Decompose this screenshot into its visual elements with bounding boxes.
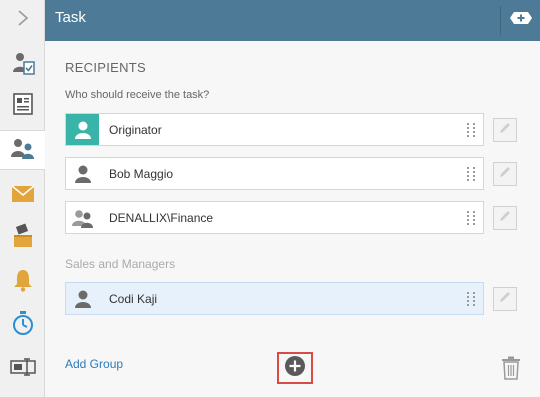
pencil-icon: [498, 209, 512, 228]
pencil-icon: [498, 165, 512, 184]
group-icon: [66, 202, 99, 233]
recipients-icon: [9, 136, 37, 165]
sidebar-item-email[interactable]: [0, 176, 45, 216]
add-recipient-button[interactable]: [277, 352, 313, 384]
add-group-link[interactable]: Add Group: [65, 357, 123, 371]
form-icon: [12, 92, 34, 121]
edit-recipient-button[interactable]: [493, 118, 517, 142]
recipient-label: Originator: [109, 122, 162, 137]
chevron-right-icon: [17, 9, 29, 32]
edit-recipient-button[interactable]: [493, 206, 517, 230]
trash-icon: [501, 356, 521, 384]
sidebar: [0, 0, 46, 397]
delete-button[interactable]: [501, 356, 521, 380]
sidebar-item-recipients[interactable]: [0, 130, 46, 170]
drag-handle-icon[interactable]: [467, 209, 477, 227]
drag-handle-icon[interactable]: [467, 290, 477, 308]
pencil-icon: [498, 290, 512, 309]
group-label: Sales and Managers: [65, 257, 176, 271]
edit-recipient-button[interactable]: [493, 162, 517, 186]
sidebar-item-notifications[interactable]: [0, 262, 45, 302]
edit-recipient-button[interactable]: [493, 287, 517, 311]
recipient-row-originator[interactable]: Originator: [65, 113, 484, 146]
plus-circle-icon: [284, 355, 306, 382]
add-step-button[interactable]: [508, 9, 534, 31]
envelope-icon: [11, 184, 35, 208]
drag-handle-icon[interactable]: [467, 165, 477, 183]
user-icon: [66, 114, 99, 145]
stopwatch-icon: [11, 310, 35, 341]
ballot-box-icon: [11, 223, 35, 254]
header-divider: [500, 6, 501, 35]
recipient-label: DENALLIX\Finance: [109, 210, 214, 225]
sidebar-item-task-owner[interactable]: [0, 45, 45, 85]
sidebar-item-outcomes[interactable]: [0, 218, 45, 258]
user-icon: [66, 158, 99, 189]
section-title: RECIPIENTS: [65, 60, 147, 75]
collapse-toggle[interactable]: [0, 0, 45, 40]
user-icon: [66, 283, 99, 314]
sidebar-item-form[interactable]: [0, 86, 45, 126]
panel-header: Task: [45, 0, 540, 41]
recipient-label: Bob Maggio: [109, 166, 174, 181]
panel-title: Task: [55, 9, 86, 26]
bell-icon: [12, 268, 34, 297]
recipient-row-user[interactable]: Bob Maggio: [65, 157, 484, 190]
add-badge-icon: [509, 11, 533, 30]
recipients-prompt: Who should receive the task?: [65, 89, 210, 101]
sidebar-item-text[interactable]: [0, 349, 45, 389]
text-field-icon: [9, 357, 36, 381]
recipient-row-group[interactable]: DENALLIX\Finance: [65, 201, 484, 234]
sidebar-item-escalations[interactable]: [0, 305, 45, 345]
recipient-label: Codi Kaji: [109, 291, 158, 306]
recipient-row-selected[interactable]: Codi Kaji: [65, 282, 484, 315]
user-clipboard-icon: [10, 50, 36, 81]
pencil-icon: [498, 121, 512, 140]
drag-handle-icon[interactable]: [467, 121, 477, 139]
recipients-panel: RECIPIENTS Who should receive the task? …: [45, 41, 540, 397]
